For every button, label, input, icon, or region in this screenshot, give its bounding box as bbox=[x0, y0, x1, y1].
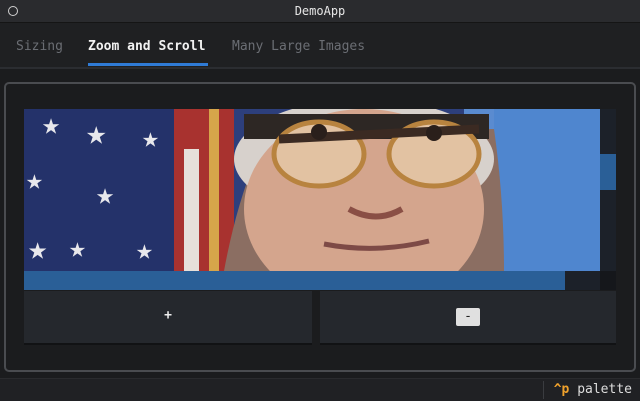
zoom-in-button[interactable]: + bbox=[24, 291, 312, 345]
svg-text:★: ★ bbox=[136, 233, 153, 266]
window-title: DemoApp bbox=[294, 4, 346, 18]
zoom-out-button[interactable]: - bbox=[320, 291, 616, 345]
palette-shortcut: ^p bbox=[553, 382, 570, 397]
zoom-in-label: + bbox=[164, 308, 172, 323]
horizontal-scroll-thumb[interactable] bbox=[24, 271, 566, 290]
vertical-scroll-thumb[interactable] bbox=[600, 154, 616, 190]
svg-text:★: ★ bbox=[69, 231, 86, 264]
palette-label: palette bbox=[577, 382, 632, 397]
horizontal-scrollbar[interactable] bbox=[24, 271, 600, 290]
portrait-image: ★ ★ ★ ★ ★ ★ ★ ★ bbox=[24, 109, 600, 271]
vertical-scrollbar[interactable] bbox=[600, 109, 616, 271]
status-bar: ^p palette bbox=[0, 378, 640, 401]
title-bar: DemoApp bbox=[0, 0, 640, 23]
active-tab-indicator bbox=[88, 63, 208, 66]
status-divider bbox=[543, 381, 544, 399]
scrollbar-corner bbox=[600, 271, 616, 290]
tab-zoom-and-scroll[interactable]: Zoom and Scroll bbox=[88, 39, 205, 54]
command-palette-hint[interactable]: ^p palette bbox=[554, 382, 632, 397]
image-viewport[interactable]: ★ ★ ★ ★ ★ ★ ★ ★ bbox=[24, 109, 616, 290]
svg-text:★: ★ bbox=[142, 121, 159, 154]
svg-text:★: ★ bbox=[96, 177, 114, 212]
svg-text:★: ★ bbox=[28, 229, 47, 267]
svg-text:★: ★ bbox=[86, 113, 106, 153]
tab-many-large-images[interactable]: Many Large Images bbox=[232, 39, 365, 54]
tab-sizing[interactable]: Sizing bbox=[16, 39, 63, 54]
svg-text:★: ★ bbox=[42, 109, 60, 142]
svg-text:★: ★ bbox=[26, 163, 43, 196]
zoom-out-label: - bbox=[456, 308, 480, 326]
